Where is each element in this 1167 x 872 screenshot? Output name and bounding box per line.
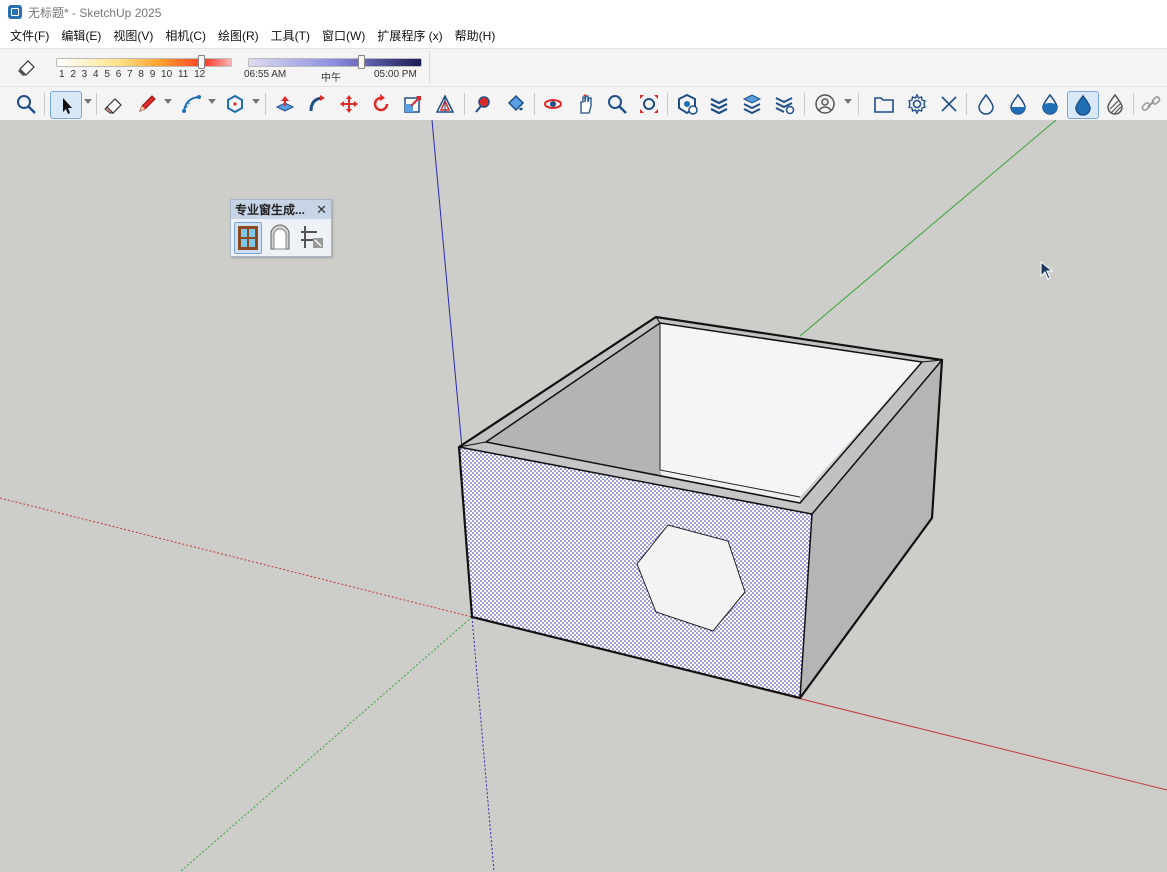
floating-toolbar: 专业窗生成... ✕	[230, 199, 332, 257]
offset-icon[interactable]	[432, 91, 458, 117]
drop-empty-icon[interactable]	[973, 91, 999, 117]
paint-bucket-icon[interactable]	[502, 91, 528, 117]
menu-view[interactable]: 视图(V)	[107, 24, 159, 48]
close-icon[interactable]	[936, 91, 962, 117]
select-icon[interactable]	[50, 91, 82, 119]
layers-icon[interactable]	[706, 91, 732, 117]
push-pull-icon[interactable]	[272, 91, 298, 117]
styles-icon[interactable]	[771, 91, 797, 117]
drop-half-icon[interactable]	[1005, 91, 1031, 117]
red-axis-negative	[0, 497, 473, 618]
window-edit-icon[interactable]	[298, 222, 326, 252]
shadow-toolbar: 1 2 3 4 5 6 7 8 9 10 11 12 06:55 AM 中午 0…	[0, 48, 1167, 86]
window-icon[interactable]	[234, 222, 262, 254]
menu-extensions[interactable]: 扩展程序 (x)	[371, 24, 448, 48]
sketchup-logo-icon	[8, 5, 22, 19]
component-icon[interactable]	[674, 91, 700, 117]
user-icon[interactable]	[812, 91, 838, 117]
shadow-panel: 1 2 3 4 5 6 7 8 9 10 11 12 06:55 AM 中午 0…	[4, 51, 430, 84]
zoom-extents-icon[interactable]	[636, 91, 662, 117]
green-axis-negative	[179, 616, 473, 872]
section-icon[interactable]	[739, 91, 765, 117]
menu-tools[interactable]: 工具(T)	[265, 24, 316, 48]
user-dropdown-chevron-icon[interactable]	[844, 99, 852, 104]
menu-draw[interactable]: 绘图(R)	[212, 24, 265, 48]
drop-full-icon[interactable]	[1037, 91, 1063, 117]
rotate-icon[interactable]	[368, 91, 394, 117]
scene-canvas	[0, 120, 1167, 872]
settings-icon[interactable]	[904, 91, 930, 117]
drop-striped-icon[interactable]	[1102, 91, 1128, 117]
folder-icon[interactable]	[871, 91, 897, 117]
move-icon[interactable]	[336, 91, 362, 117]
arc-icon[interactable]	[178, 91, 204, 117]
eraser-icon[interactable]	[101, 91, 127, 117]
menu-help[interactable]: 帮助(H)	[449, 24, 502, 48]
time-slider[interactable]	[248, 58, 422, 67]
menu-file[interactable]: 文件(F)	[0, 24, 55, 48]
search-icon[interactable]	[13, 91, 39, 117]
arc-dropdown-chevron-icon[interactable]	[208, 99, 216, 104]
floating-toolbar-header[interactable]: 专业窗生成... ✕	[231, 200, 331, 219]
scale-icon[interactable]	[400, 91, 426, 117]
orbit-icon[interactable]	[540, 91, 566, 117]
drop-active-icon[interactable]	[1067, 91, 1099, 119]
tape-measure-icon[interactable]	[470, 91, 496, 117]
menu-window[interactable]: 窗口(W)	[316, 24, 371, 48]
shadow-toggle-icon[interactable]	[16, 57, 38, 77]
time-mid-label: 中午	[321, 73, 341, 84]
title-bar: 无标题* - SketchUp 2025	[0, 0, 1167, 24]
time-start-label: 06:55 AM	[244, 69, 287, 80]
fog-slider[interactable]	[56, 58, 232, 67]
follow-me-icon[interactable]	[304, 91, 330, 117]
window-title: 无标题* - SketchUp 2025	[28, 5, 162, 20]
arch-window-icon[interactable]	[266, 222, 294, 252]
pan-icon[interactable]	[572, 91, 598, 117]
link-icon[interactable]	[1138, 91, 1164, 117]
floating-toolbar-title: 专业窗生成...	[235, 203, 306, 217]
polygon-dropdown-chevron-icon[interactable]	[252, 99, 260, 104]
green-axis-positive	[799, 120, 1057, 337]
fog-slider-thumb[interactable]	[198, 55, 205, 69]
pencil-icon[interactable]	[134, 91, 160, 117]
floating-toolbar-icons	[231, 219, 331, 257]
time-slider-thumb[interactable]	[358, 55, 365, 69]
main-toolbar	[0, 86, 1167, 121]
time-end-label: 05:00 PM	[374, 69, 417, 80]
menu-camera[interactable]: 相机(C)	[159, 24, 212, 48]
menu-bar: 文件(F) 编辑(E) 视图(V) 相机(C) 绘图(R) 工具(T) 窗口(W…	[0, 24, 1167, 48]
select-dropdown-chevron-icon[interactable]	[84, 99, 92, 104]
model-viewport[interactable]	[0, 120, 1167, 872]
fog-slider-ticks: 1 2 3 4 5 6 7 8 9 10 11 12	[59, 69, 206, 80]
blue-axis-negative	[471, 616, 495, 872]
polygon-icon[interactable]	[222, 91, 248, 117]
pencil-dropdown-chevron-icon[interactable]	[164, 99, 172, 104]
close-icon[interactable]: ✕	[316, 203, 327, 216]
blue-axis-positive	[431, 120, 463, 449]
zoom-icon[interactable]	[604, 91, 630, 117]
mouse-cursor-icon	[1040, 260, 1056, 281]
menu-edit[interactable]: 编辑(E)	[55, 24, 107, 48]
